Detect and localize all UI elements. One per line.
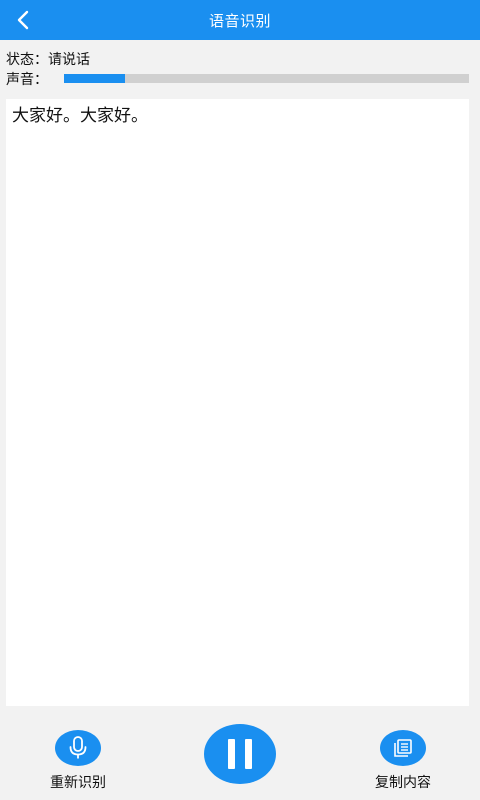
copy-icon — [394, 739, 412, 757]
back-button[interactable] — [6, 0, 40, 40]
recognition-result-text: 大家好。大家好。 — [12, 106, 148, 126]
status-row: 状态： 请说话 — [6, 49, 90, 69]
speech-recognition-screen: 语音识别 状态： 请说话 声音： 大家好。大家好。 重新识别 复制内容 — [0, 0, 480, 800]
volume-label: 声音： — [6, 72, 48, 88]
copy-content-button[interactable]: 复制内容 — [368, 730, 438, 792]
rerecognize-button[interactable]: 重新识别 — [45, 730, 111, 792]
status-label: 状态： — [6, 52, 48, 68]
bottom-toolbar: 重新识别 复制内容 — [0, 707, 480, 800]
status-value: 请说话 — [48, 52, 90, 68]
copy-content-label: 复制内容 — [375, 775, 431, 791]
app-header: 语音识别 — [0, 0, 480, 40]
volume-row: 声音： — [6, 69, 474, 89]
pause-icon — [228, 739, 235, 769]
volume-level-fill — [64, 74, 125, 83]
microphone-icon — [69, 736, 87, 759]
volume-meter — [64, 74, 469, 83]
copy-icon-circle — [380, 730, 426, 766]
chevron-left-icon — [17, 10, 29, 30]
pause-button[interactable] — [204, 724, 276, 784]
rerecognize-label: 重新识别 — [50, 775, 106, 791]
page-title: 语音识别 — [208, 11, 271, 30]
pause-icon-bar — [245, 739, 252, 769]
recognition-result-area[interactable]: 大家好。大家好。 — [6, 99, 469, 706]
rerecognize-icon-circle — [55, 730, 101, 766]
